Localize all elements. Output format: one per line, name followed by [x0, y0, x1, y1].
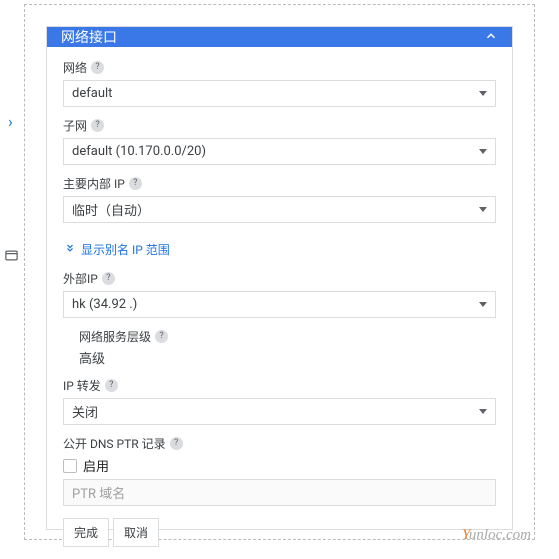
ip-forwarding-value: 关闭	[72, 402, 98, 421]
chevron-down-icon	[479, 149, 487, 154]
left-nav-arrow-icon: ›	[8, 112, 13, 131]
help-icon[interactable]: ?	[91, 119, 104, 132]
external-ip-label: 外部IP	[63, 270, 98, 287]
watermark-rest: unloc.com	[469, 527, 531, 543]
chevron-down-icon	[479, 302, 487, 307]
network-field-group: 网络 ? default	[63, 59, 496, 107]
network-tier-block: 网络服务层级 ? 高级	[79, 328, 496, 367]
done-button[interactable]: 完成	[63, 518, 109, 547]
dns-ptr-label: 公开 DNS PTR 记录	[63, 435, 166, 452]
button-row: 完成 取消	[63, 518, 496, 547]
chevron-down-icon	[479, 91, 487, 96]
panel-header[interactable]: 网络接口	[47, 27, 512, 47]
ip-forwarding-label: IP 转发	[63, 377, 101, 394]
watermark-first: Y	[462, 527, 469, 543]
subnet-field-group: 子网 ? default (10.170.0.0/20)	[63, 117, 496, 165]
watermark: Yunloc.com	[462, 527, 531, 544]
ip-forwarding-select[interactable]: 关闭	[63, 398, 496, 425]
help-icon[interactable]: ?	[91, 61, 104, 74]
help-icon[interactable]: ?	[102, 272, 115, 285]
dns-ptr-placeholder: PTR 域名	[72, 483, 125, 502]
chevron-down-icon	[479, 207, 487, 212]
internal-ip-field-group: 主要内部 IP ? 临时（自动）	[63, 175, 496, 223]
subnet-label: 子网	[63, 117, 87, 134]
network-tier-label: 网络服务层级	[79, 328, 151, 345]
collapse-icon	[484, 28, 498, 47]
help-icon[interactable]: ?	[155, 330, 168, 343]
network-label: 网络	[63, 59, 87, 76]
subnet-value: default (10.170.0.0/20)	[72, 144, 206, 159]
dns-ptr-checkbox-row: 启用	[63, 456, 496, 475]
internal-ip-value: 临时（自动）	[72, 200, 150, 219]
cancel-button[interactable]: 取消	[113, 518, 159, 547]
left-nav-settings-icon	[4, 248, 19, 267]
dns-ptr-checkbox-label: 启用	[83, 456, 109, 475]
expand-icon	[65, 243, 75, 256]
alias-link-text: 显示别名 IP 范围	[81, 241, 170, 258]
help-icon[interactable]: ?	[170, 437, 183, 450]
internal-ip-select[interactable]: 临时（自动）	[63, 196, 496, 223]
network-value: default	[72, 86, 112, 101]
chevron-down-icon	[479, 409, 487, 414]
external-ip-value: hk (34.92 .)	[72, 297, 137, 312]
dns-ptr-input[interactable]: PTR 域名	[63, 479, 496, 506]
network-select[interactable]: default	[63, 80, 496, 107]
network-interface-panel: 网络接口 网络 ? default 子网 ? default (10.170.0…	[46, 26, 513, 530]
subnet-select[interactable]: default (10.170.0.0/20)	[63, 138, 496, 165]
ip-forwarding-field-group: IP 转发 ? 关闭	[63, 377, 496, 425]
network-tier-value: 高级	[79, 348, 496, 367]
external-ip-select[interactable]: hk (34.92 .)	[63, 291, 496, 318]
internal-ip-label: 主要内部 IP	[63, 175, 125, 192]
external-ip-field-group: 外部IP ? hk (34.92 .)	[63, 270, 496, 318]
panel-body: 网络 ? default 子网 ? default (10.170.0.0/20…	[47, 47, 512, 559]
dns-ptr-checkbox[interactable]	[63, 459, 77, 473]
help-icon[interactable]: ?	[129, 177, 142, 190]
help-icon[interactable]: ?	[105, 379, 118, 392]
dns-ptr-field-group: 公开 DNS PTR 记录 ? 启用 PTR 域名	[63, 435, 496, 506]
panel-title: 网络接口	[61, 27, 117, 47]
show-alias-ip-link[interactable]: 显示别名 IP 范围	[65, 241, 170, 258]
